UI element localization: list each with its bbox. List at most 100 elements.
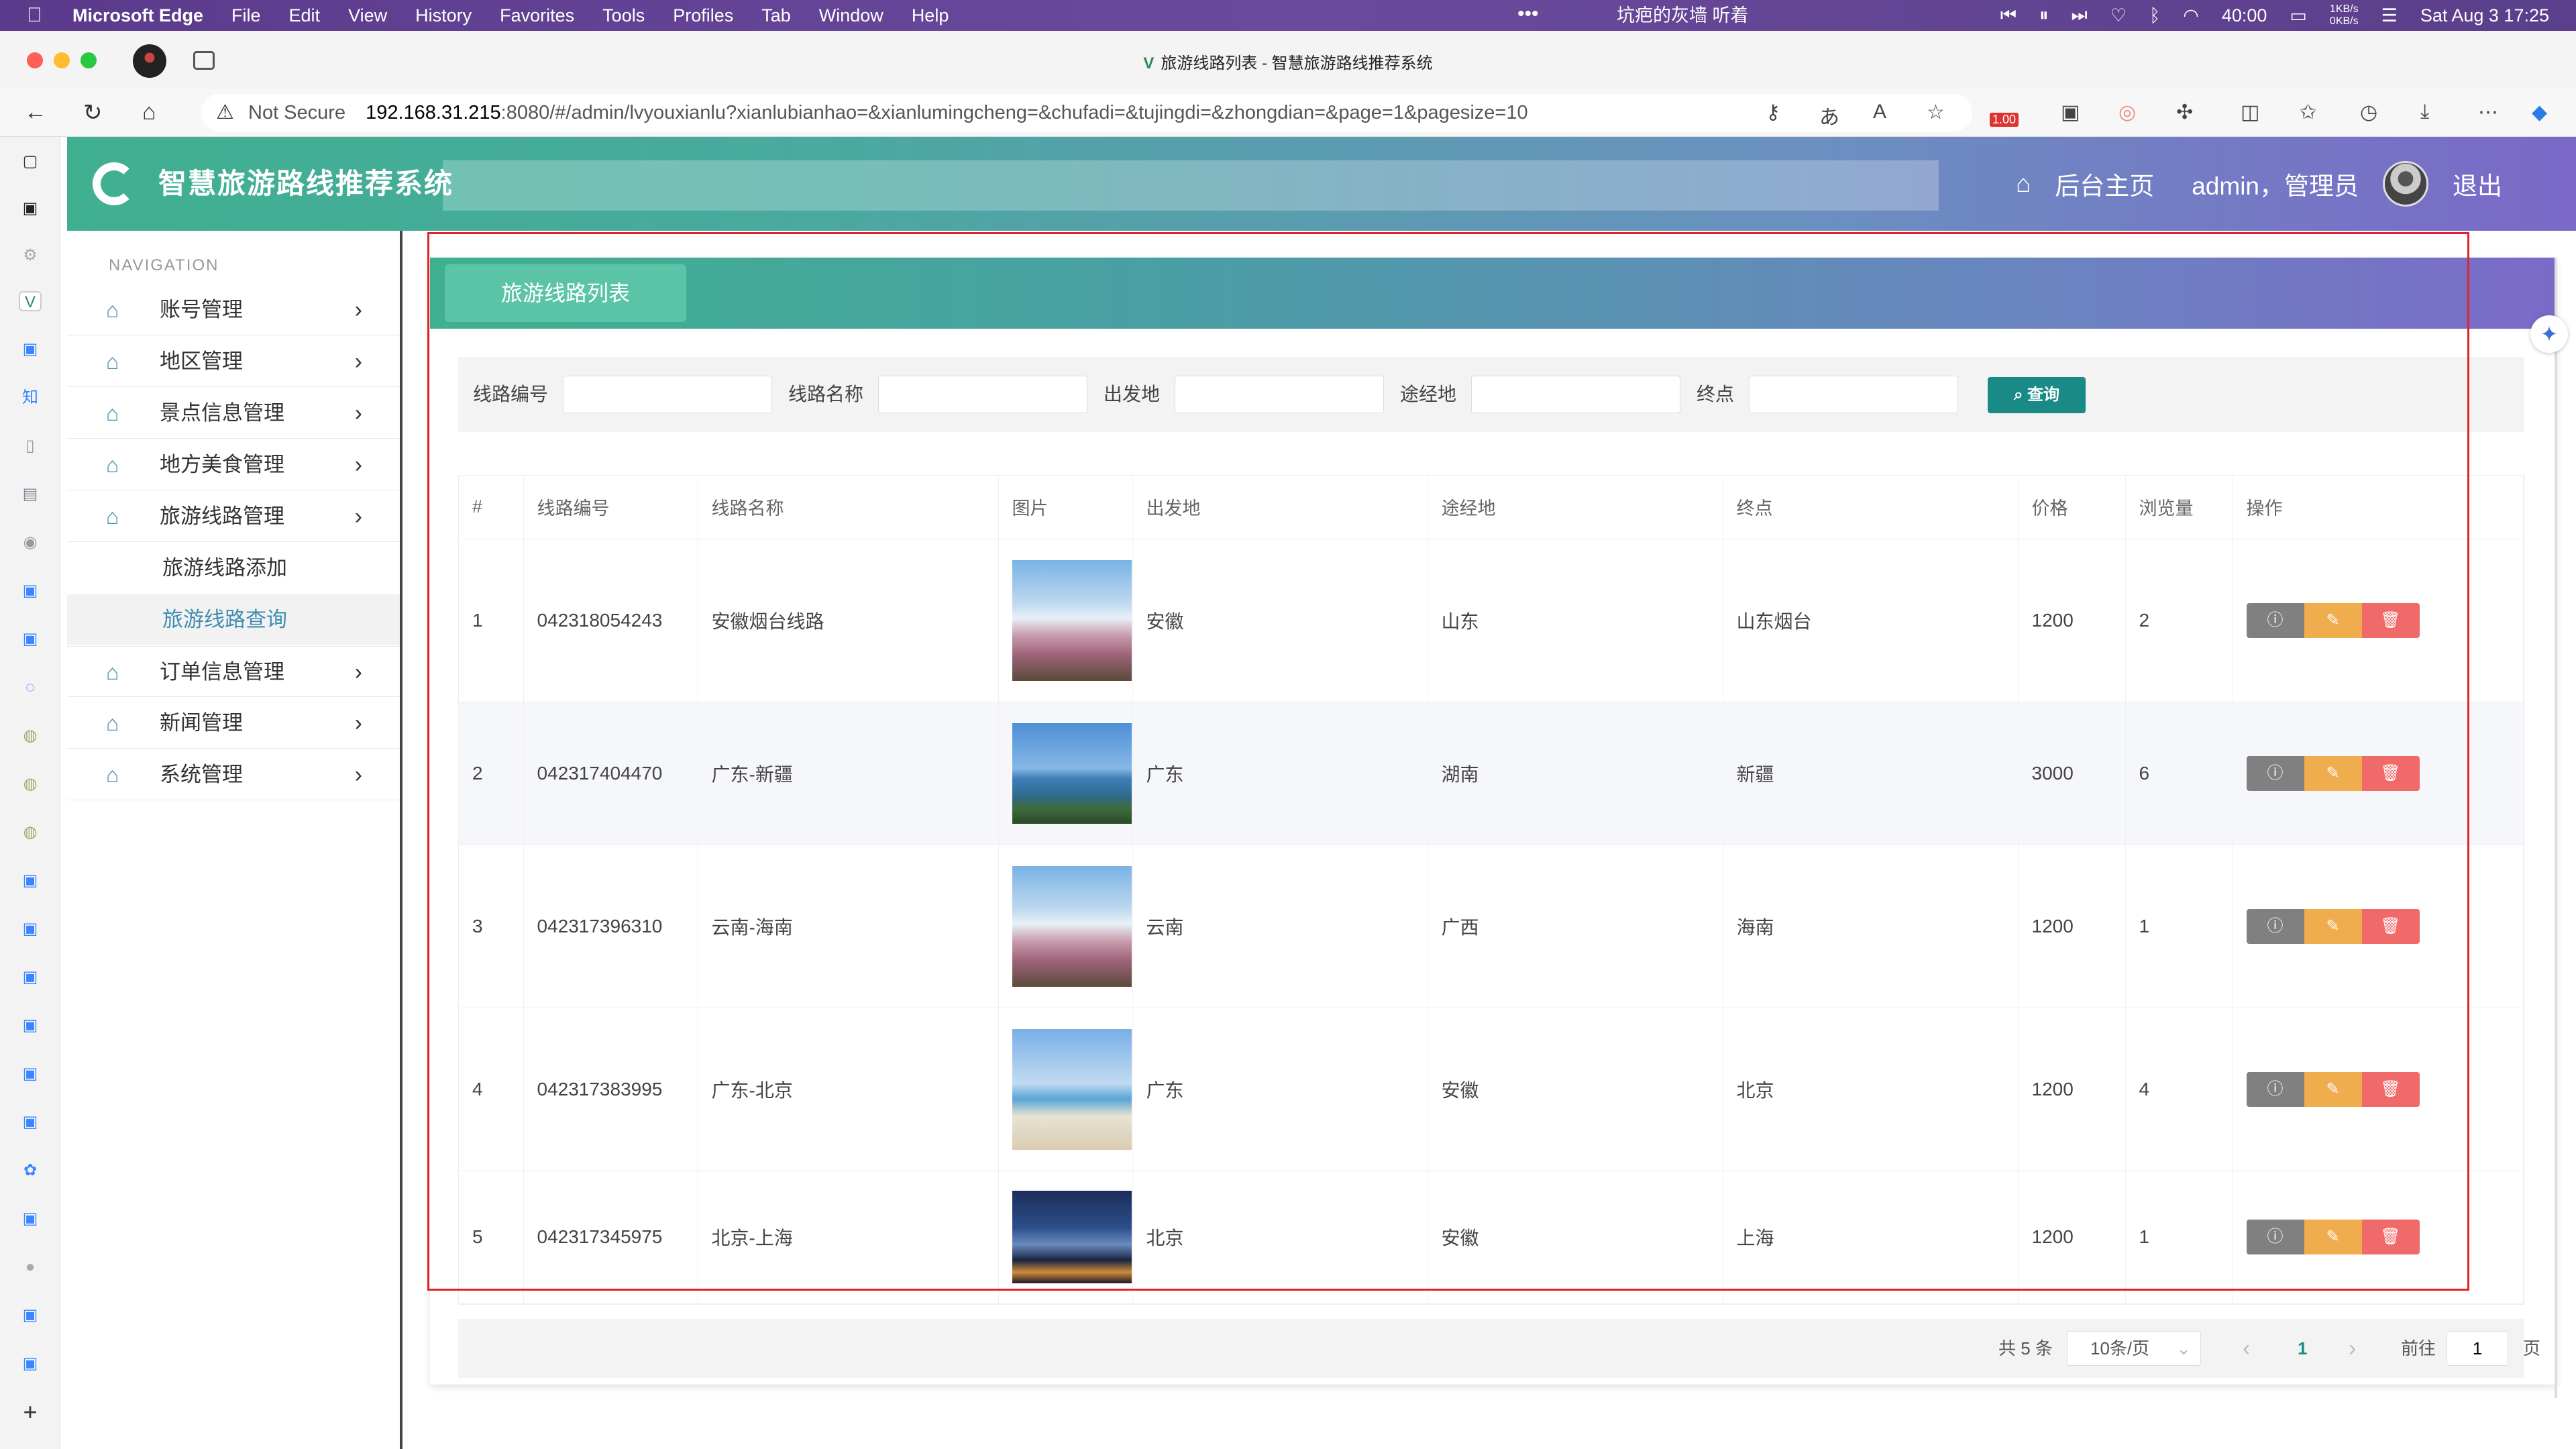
- edit-button[interactable]: ✎: [2304, 755, 2362, 791]
- logout-link[interactable]: 退出: [2453, 166, 2502, 202]
- bilibili-tab-icon[interactable]: ▣: [19, 967, 42, 987]
- media-next-icon[interactable]: ⏭: [2072, 5, 2088, 26]
- route-image[interactable]: [1012, 1028, 1132, 1150]
- route-code-input[interactable]: [563, 376, 772, 413]
- destination-input[interactable]: [1749, 376, 1958, 413]
- next-page-icon[interactable]: ›: [2349, 1319, 2356, 1378]
- view-button[interactable]: ⓘ: [2246, 602, 2304, 638]
- tab-route-list[interactable]: 旅游线路列表: [445, 264, 686, 322]
- menu-window[interactable]: Window: [819, 5, 883, 26]
- url-field[interactable]: ⚠ Not Secure 192.168.31.215:8080/#/admin/…: [201, 94, 1972, 131]
- battery-icon[interactable]: ▭: [2290, 5, 2307, 26]
- menu-help[interactable]: Help: [912, 5, 949, 26]
- sidebar-item-orders[interactable]: ⌂ 订单信息管理 ›: [67, 646, 400, 697]
- warning-icon[interactable]: ⚠: [216, 94, 234, 131]
- route-image[interactable]: [1012, 559, 1132, 681]
- sidebar-item-news[interactable]: ⌂ 新闻管理 ›: [67, 698, 400, 749]
- back-arrow-icon[interactable]: ←: [24, 99, 47, 125]
- prev-page-icon[interactable]: ‹: [2243, 1319, 2250, 1378]
- page-scrollbar[interactable]: [2555, 258, 2557, 1398]
- media-pause-icon[interactable]: ⏸: [2039, 5, 2049, 26]
- battery-time[interactable]: 40:00: [2222, 5, 2267, 26]
- route-name-input[interactable]: [878, 376, 1087, 413]
- route-image[interactable]: [1012, 1191, 1132, 1283]
- tab-list-icon[interactable]: ▢: [19, 152, 42, 172]
- page-number-current[interactable]: 1: [2298, 1319, 2307, 1378]
- user-avatar[interactable]: [2383, 161, 2428, 207]
- sparkle-assist-icon[interactable]: ✦: [2530, 315, 2568, 353]
- page-size-select[interactable]: 10条/页 ⌄: [2067, 1331, 2201, 1366]
- bilibili-tab-icon[interactable]: ▣: [19, 1354, 42, 1374]
- clock[interactable]: Sat Aug 3 17:25: [2420, 5, 2549, 26]
- extensions-puzzle-icon[interactable]: ✣: [2176, 101, 2193, 124]
- more-dots-icon[interactable]: •••: [1517, 3, 1539, 25]
- sidebar-item-routes[interactable]: ⌂ 旅游线路管理 ›: [67, 491, 400, 542]
- split-screen-icon[interactable]: ◫: [2241, 101, 2259, 124]
- pinned-tab-icon[interactable]: ◍: [19, 822, 42, 843]
- pinned-tab-icon[interactable]: 知: [19, 388, 42, 408]
- favorite-star-icon[interactable]: ☆: [1927, 101, 1945, 124]
- download-icon[interactable]: ⤓: [2420, 101, 2429, 123]
- bilibili-tab-icon[interactable]: ▣: [19, 1064, 42, 1084]
- delete-button[interactable]: 🗑: [2361, 908, 2420, 944]
- menu-history[interactable]: History: [415, 5, 472, 26]
- edit-button[interactable]: ✎: [2304, 908, 2362, 944]
- key-icon[interactable]: ⚷: [1766, 101, 1780, 124]
- history-icon[interactable]: ◷: [2360, 101, 2377, 124]
- view-button[interactable]: ⓘ: [2246, 755, 2304, 791]
- bilibili-tab-icon[interactable]: ▣: [19, 339, 42, 360]
- via-input[interactable]: [1471, 376, 1680, 413]
- edit-button[interactable]: ✎: [2304, 1071, 2362, 1107]
- pinned-tab-icon[interactable]: ◍: [19, 726, 42, 746]
- sidebar-subitem-route-query[interactable]: 旅游线路查询: [67, 594, 400, 645]
- active-tab[interactable]: V 旅游线路列表 - 智慧旅游路线推荐系统: [0, 50, 2576, 73]
- wifi-icon[interactable]: ◠: [2183, 5, 2199, 26]
- menu-file[interactable]: File: [231, 5, 261, 26]
- query-button[interactable]: ⌕ 查询: [1988, 377, 2086, 413]
- bilibili-tab-icon[interactable]: ▣: [19, 1209, 42, 1229]
- favorites-icon[interactable]: ✩: [2300, 101, 2316, 124]
- apple-icon[interactable]: : [27, 4, 54, 27]
- menu-favorites[interactable]: Favorites: [500, 5, 574, 26]
- reload-icon[interactable]: ↻: [83, 99, 103, 126]
- menu-edit[interactable]: Edit: [289, 5, 321, 26]
- pinned-tab-icon[interactable]: ◌: [19, 678, 42, 698]
- extension-badge[interactable]: 1.00: [1990, 113, 2019, 127]
- view-button[interactable]: ⓘ: [2246, 1220, 2304, 1254]
- origin-input[interactable]: [1175, 376, 1384, 413]
- delete-button[interactable]: 🗑: [2361, 755, 2420, 791]
- view-button[interactable]: ⓘ: [2246, 1071, 2304, 1107]
- menu-profiles[interactable]: Profiles: [673, 5, 733, 26]
- edit-button[interactable]: ✎: [2304, 602, 2362, 638]
- pinned-tab-icon[interactable]: ▤: [19, 484, 42, 504]
- menu-view[interactable]: View: [348, 5, 387, 26]
- menu-tools[interactable]: Tools: [602, 5, 645, 26]
- delete-button[interactable]: 🗑: [2361, 602, 2420, 638]
- read-aloud-icon[interactable]: A: [1873, 101, 1886, 123]
- control-center-icon[interactable]: ☰: [2381, 5, 2398, 26]
- bluetooth-icon[interactable]: ᛒ: [2149, 5, 2160, 26]
- translate-icon[interactable]: あ: [1819, 101, 1839, 130]
- media-prev-icon[interactable]: ⏮: [2000, 5, 2017, 26]
- admin-home-link[interactable]: 后台主页: [2055, 166, 2154, 202]
- vue-tab-icon[interactable]: V: [19, 291, 42, 311]
- bilibili-tab-icon[interactable]: ▣: [19, 919, 42, 939]
- bilibili-tab-icon[interactable]: ▣: [19, 1016, 42, 1036]
- route-image[interactable]: [1012, 865, 1132, 987]
- sidebar-item-local-food[interactable]: ⌂ 地方美食管理 ›: [67, 439, 400, 490]
- delete-button[interactable]: 🗑: [2361, 1071, 2420, 1107]
- menu-tab[interactable]: Tab: [761, 5, 791, 26]
- home-icon[interactable]: ⌂: [2016, 170, 2031, 198]
- home-icon[interactable]: ⌂: [142, 99, 156, 125]
- apple-tab-icon[interactable]: ●: [19, 1257, 42, 1277]
- pinned-tab-icon[interactable]: ▣: [19, 199, 42, 219]
- android-tab-icon[interactable]: ◉: [19, 533, 42, 553]
- bilibili-tab-icon[interactable]: ▣: [19, 581, 42, 601]
- new-tab-plus-icon[interactable]: +: [19, 1400, 42, 1424]
- bilibili-tab-icon[interactable]: ▣: [19, 1112, 42, 1132]
- bilibili-tab-icon[interactable]: ▣: [19, 1305, 42, 1326]
- edit-button[interactable]: ✎: [2304, 1220, 2362, 1254]
- sidebar-item-system[interactable]: ⌂ 系统管理 ›: [67, 749, 400, 800]
- bilibili-tab-icon[interactable]: ▣: [19, 629, 42, 649]
- bilibili-tab-icon[interactable]: ▣: [19, 871, 42, 891]
